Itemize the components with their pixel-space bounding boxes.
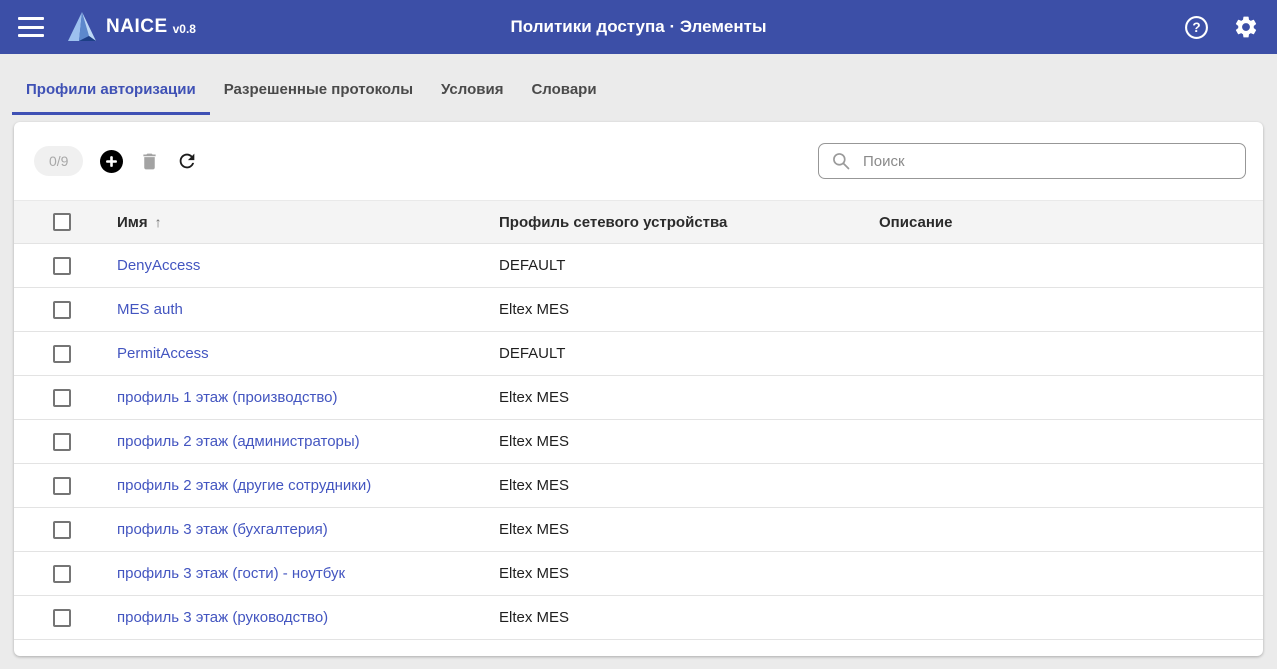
table-row: профиль 1 этаж (производство) Eltex MES xyxy=(14,376,1263,420)
table-row: DenyAccess DEFAULT xyxy=(14,244,1263,288)
column-header-name[interactable]: Имя ↑ xyxy=(101,214,499,231)
search-box xyxy=(818,143,1246,179)
device-profile-value: Eltex MES xyxy=(499,301,879,318)
device-profile-value: Eltex MES xyxy=(499,477,879,494)
row-checkbox[interactable] xyxy=(53,301,71,319)
profile-name-link[interactable]: профиль 2 этаж (администраторы) xyxy=(117,433,360,450)
device-profile-value: DEFAULT xyxy=(499,345,879,362)
row-checkbox[interactable] xyxy=(53,521,71,539)
toolbar: 0/9 xyxy=(14,122,1263,200)
app-bar: NAICE v0.8 Политики доступа · Элементы ? xyxy=(0,0,1277,54)
delete-button[interactable] xyxy=(139,151,160,172)
menu-icon[interactable] xyxy=(18,17,44,37)
device-profile-value: DEFAULT xyxy=(499,257,879,274)
help-icon[interactable]: ? xyxy=(1184,15,1209,40)
row-checkbox[interactable] xyxy=(53,477,71,495)
app-name: NAICE xyxy=(106,16,168,38)
profile-name-link[interactable]: профиль 3 этаж (руководство) xyxy=(117,609,328,626)
device-profile-value: Eltex MES xyxy=(499,609,879,626)
device-profile-value: Eltex MES xyxy=(499,389,879,406)
table-row: профиль 3 этаж (бухгалтерия) Eltex MES xyxy=(14,508,1263,552)
tab-allowed-protocols[interactable]: Разрешенные протоколы xyxy=(210,66,427,115)
table-header-row: Имя ↑ Профиль сетевого устройства Описан… xyxy=(14,200,1263,244)
logo-triangle-icon xyxy=(66,10,98,44)
table-row: MES auth Eltex MES xyxy=(14,288,1263,332)
app-version: v0.8 xyxy=(173,22,196,36)
profile-name-link[interactable]: профиль 3 этаж (бухгалтерия) xyxy=(117,521,328,538)
profiles-table: Имя ↑ Профиль сетевого устройства Описан… xyxy=(14,200,1263,640)
profile-name-link[interactable]: MES auth xyxy=(117,301,183,318)
sort-asc-icon: ↑ xyxy=(155,214,162,230)
column-header-description[interactable]: Описание xyxy=(879,214,1263,231)
table-body: DenyAccess DEFAULT MES auth Eltex MES Pe… xyxy=(14,244,1263,640)
table-row: профиль 3 этаж (гости) - ноутбук Eltex M… xyxy=(14,552,1263,596)
select-all-checkbox[interactable] xyxy=(53,213,71,231)
row-checkbox[interactable] xyxy=(53,257,71,275)
row-checkbox[interactable] xyxy=(53,433,71,451)
add-button[interactable] xyxy=(100,150,123,173)
column-header-device-profile[interactable]: Профиль сетевого устройства xyxy=(499,214,879,231)
row-checkbox[interactable] xyxy=(53,609,71,627)
row-checkbox[interactable] xyxy=(53,389,71,407)
table-row: профиль 2 этаж (администраторы) Eltex ME… xyxy=(14,420,1263,464)
profile-name-link[interactable]: DenyAccess xyxy=(117,257,200,274)
profile-name-link[interactable]: профиль 2 этаж (другие сотрудники) xyxy=(117,477,371,494)
tab-authorization-profiles[interactable]: Профили авторизации xyxy=(12,66,210,115)
table-row: профиль 3 этаж (руководство) Eltex MES xyxy=(14,596,1263,640)
table-row: профиль 2 этаж (другие сотрудники) Eltex… xyxy=(14,464,1263,508)
device-profile-value: Eltex MES xyxy=(499,433,879,450)
magnifier-icon xyxy=(831,151,851,171)
tab-conditions[interactable]: Условия xyxy=(427,66,517,115)
app-logo: NAICE v0.8 xyxy=(66,10,196,44)
content-card: 0/9 xyxy=(14,122,1263,656)
row-checkbox[interactable] xyxy=(53,345,71,363)
tab-dictionaries[interactable]: Словари xyxy=(517,66,610,115)
profile-name-link[interactable]: профиль 1 этаж (производство) xyxy=(117,389,337,406)
profile-name-link[interactable]: профиль 3 этаж (гости) - ноутбук xyxy=(117,565,345,582)
gear-icon[interactable] xyxy=(1233,14,1259,40)
device-profile-value: Eltex MES xyxy=(499,565,879,582)
device-profile-value: Eltex MES xyxy=(499,521,879,538)
refresh-button[interactable] xyxy=(176,150,198,172)
search-input[interactable] xyxy=(863,153,1233,170)
tab-bar: Профили авторизации Разрешенные протокол… xyxy=(0,54,1277,115)
profile-name-link[interactable]: PermitAccess xyxy=(117,345,209,362)
row-checkbox[interactable] xyxy=(53,565,71,583)
selection-counter: 0/9 xyxy=(34,146,83,176)
svg-text:?: ? xyxy=(1192,20,1200,35)
table-row: PermitAccess DEFAULT xyxy=(14,332,1263,376)
